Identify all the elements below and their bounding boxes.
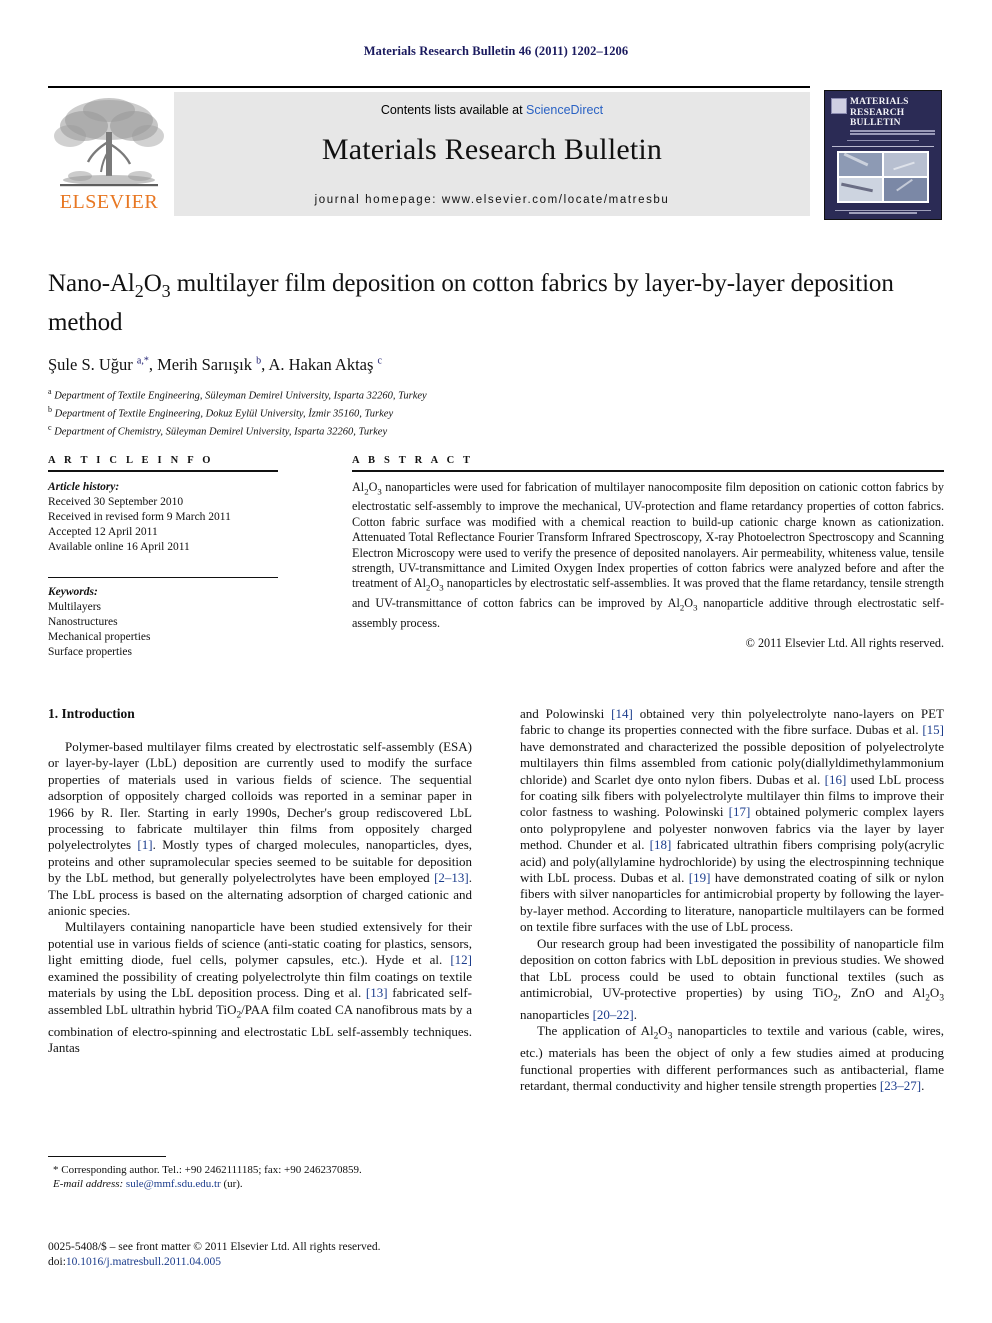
cover-badge-icon [831,98,847,114]
abstract-text: Al2O3 nanoparticles were used for fabric… [352,479,944,631]
body-paragraph: and Polowinski [14] obtained very thin p… [520,706,945,935]
body-paragraph: Polymer-based multilayer films created b… [48,739,473,919]
affiliation-list: a Department of Textile Engineering, Sül… [48,385,944,439]
cover-title-lines: MATERIALS RESEARCH BULLETIN [850,97,935,129]
keyword-item: Multilayers [48,600,102,613]
affiliation-item: c Department of Chemistry, Süleyman Demi… [48,423,388,438]
keywords-rule [48,576,278,578]
cover-title-line2: RESEARCH [850,107,905,118]
colophon: 0025-5408/$ – see front matter © 2011 El… [48,1240,548,1269]
elsevier-wordmark: ELSEVIER [59,191,159,213]
doi-link[interactable]: 10.1016/j.matresbull.2011.04.005 [66,1256,221,1268]
elsevier-logo: ELSEVIER [50,92,168,216]
cover-image-cell [884,153,927,176]
history-item: Received 30 September 2010 [48,495,184,508]
email-address-label: E-mail address: [53,1178,124,1191]
body-paragraph: Multilayers containing nanoparticle have… [48,919,472,1055]
elsevier-tree-icon [54,98,164,187]
affiliation-item: b Department of Textile Engineering, Dok… [48,405,394,420]
doi-line: doi:10.1016/j.matresbull.2011.04.005 [48,1255,548,1270]
article-info-heading: A R T I C L E I N F O [48,455,214,466]
cover-header: MATERIALS RESEARCH BULLETIN [831,97,935,137]
journal-homepage[interactable]: journal homepage: www.elsevier.com/locat… [174,194,810,206]
section-heading-introduction: 1. Introduction [48,706,135,721]
history-item: Accepted 12 April 2011 [48,525,158,538]
history-item: Received in revised form 9 March 2011 [48,510,231,523]
keyword-item: Surface properties [48,645,132,658]
article-history-label: Article history: [48,480,120,493]
abstract-heading: A B S T R A C T [352,455,474,466]
title-block: Nano-Al2O3 multilayer film deposition on… [48,268,944,439]
front-matter-line: 0025-5408/$ – see front matter © 2011 El… [48,1241,381,1253]
journal-article-page: Materials Research Bulletin 46 (2011) 12… [0,0,992,1323]
body-column-left: 1. Introduction Polymer-based multilayer… [48,706,472,1056]
cover-image-grid [837,151,929,203]
contents-available-line: Contents lists available at ScienceDirec… [174,103,810,117]
article-info-column: A R T I C L E I N F O Article history: R… [48,455,300,660]
corresponding-author-footnote: * Corresponding author. Tel.: +90 246211… [48,1156,472,1191]
abstract-rule [352,470,944,472]
cover-caption-rules [832,140,934,144]
masthead-top-rule [48,86,810,88]
article-history: Article history: Received 30 September 2… [48,480,300,555]
journal-title: Materials Research Bulletin [321,133,663,166]
contents-prefix: Contents lists available at [380,103,527,117]
author-list: Şule S. Uğur a,*, Merih Sarıışık b, A. H… [48,355,382,374]
footnote-email-line: E-mail address: sule@mmf.sdu.edu.tr (ur)… [48,1177,472,1191]
article-info-rule [48,470,278,472]
keywords-block: Keywords: Multilayers Nanostructures Mec… [48,585,300,660]
footnote-rule [48,1156,166,1158]
email-link[interactable]: sule@mmf.sdu.edu.tr [126,1178,221,1190]
cover-title-line3: BULLETIN [850,118,901,128]
journal-masthead: ELSEVIER Contents lists available at Sci… [48,86,944,220]
history-item: Available online 16 April 2011 [48,540,190,553]
footnote-corresponding: * Corresponding author. Tel.: +90 246211… [53,1164,362,1177]
journal-band: Contents lists available at ScienceDirec… [174,92,810,216]
keyword-item: Mechanical properties [48,630,151,643]
body-column-right: and Polowinski [14] obtained very thin p… [520,706,944,1095]
doi-label: doi: [48,1255,66,1268]
body-paragraph: Our research group had been investigated… [520,935,944,1022]
cover-image-cell [884,178,927,201]
cover-image-cell [839,178,882,201]
cover-image-cell [839,153,882,176]
keyword-item: Nanostructures [48,615,118,628]
sciencedirect-link[interactable]: ScienceDirect [526,103,603,117]
abstract-copyright: © 2011 Elsevier Ltd. All rights reserved… [745,635,944,650]
affiliation-item: a Department of Textile Engineering, Sül… [48,387,427,402]
running-head: Materials Research Bulletin 46 (2011) 12… [363,44,629,58]
email-suffix: (ur). [223,1178,243,1191]
abstract-column: A B S T R A C T Al2O3 nanoparticles were… [352,455,944,651]
cover-divider [832,146,934,147]
journal-cover-thumbnail: MATERIALS RESEARCH BULLETIN [824,90,942,220]
body-columns: 1. Introduction Polymer-based multilayer… [48,706,944,1226]
cover-footer-rules [835,210,931,214]
body-paragraph: The application of Al2O3 nanoparticles t… [520,1023,944,1094]
keywords-label: Keywords: [48,585,98,598]
page-title: Nano-Al2O3 multilayer film deposition on… [48,270,894,336]
cover-title-line1: MATERIALS [850,97,909,107]
cover-subtitle-rules [850,130,935,138]
